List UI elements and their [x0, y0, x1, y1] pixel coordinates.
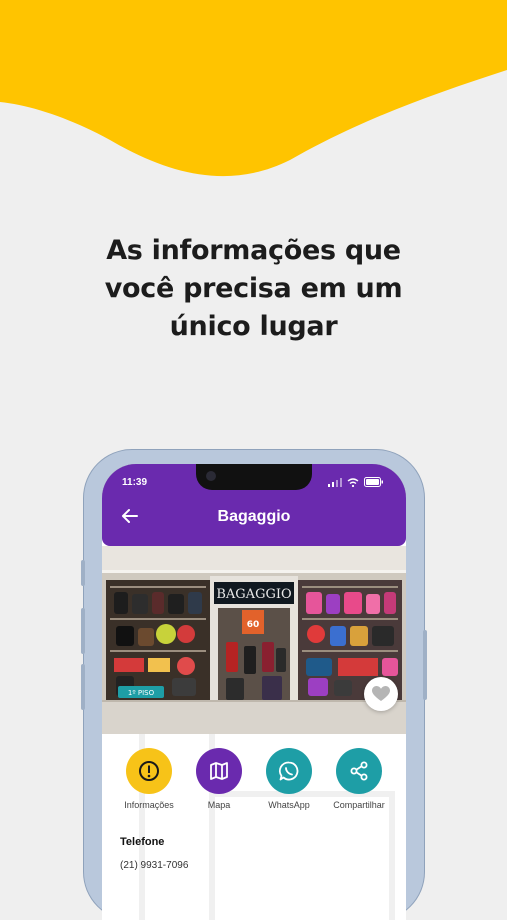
store-sign: BAGAGGIO — [216, 587, 291, 602]
phone-screen: 11:39 Bagaggio BAGAGGIO 60 1º PISO Infor… — [102, 464, 406, 920]
map-icon[interactable] — [196, 748, 242, 794]
signal-icon — [328, 477, 342, 487]
promo-tag-text: 60 — [247, 620, 260, 630]
action-bar: Informações Mapa WhatsApp Compartilhar — [102, 748, 406, 818]
phone-mockup: 11:39 Bagaggio BAGAGGIO 60 1º PISO Infor… — [81, 450, 427, 920]
phone-power-button — [423, 630, 427, 700]
top-wave-decoration — [0, 0, 507, 177]
action-mapa[interactable]: Mapa — [184, 748, 254, 810]
whatsapp-icon[interactable] — [266, 748, 312, 794]
action-label: Informações — [124, 800, 174, 810]
floor-badge-text: 1º PISO — [128, 689, 155, 697]
phone-mute-switch — [81, 560, 85, 586]
headline-line-3: único lugar — [169, 311, 338, 342]
action-label: WhatsApp — [268, 800, 310, 810]
phone-number-link[interactable]: (21) 9931-7096 — [120, 860, 188, 871]
app-header: 11:39 Bagaggio — [102, 464, 406, 546]
camera-icon — [206, 471, 216, 481]
page-title: Bagaggio — [217, 508, 291, 525]
phone-volume-up — [81, 608, 85, 654]
phone-label: Telefone — [120, 836, 165, 848]
headline: As informações que você precisa em um ún… — [0, 232, 507, 346]
favorite-button[interactable] — [364, 677, 398, 711]
action-compartilhar[interactable]: Compartilhar — [324, 748, 394, 810]
status-time: 11:39 — [122, 477, 148, 488]
app-screen: 11:39 Bagaggio BAGAGGIO 60 1º PISO Infor… — [102, 464, 406, 920]
wifi-icon — [347, 477, 359, 487]
action-informacoes[interactable]: Informações — [114, 748, 184, 810]
headline-line-2: você precisa em um — [104, 273, 403, 304]
heart-icon — [372, 686, 390, 701]
battery-icon — [364, 477, 383, 487]
action-label: Mapa — [207, 800, 231, 810]
share-icon[interactable] — [336, 748, 382, 794]
store-photo: BAGAGGIO 60 1º PISO — [102, 546, 406, 734]
info-icon[interactable] — [126, 748, 172, 794]
status-icons — [328, 477, 384, 487]
phone-volume-down — [81, 664, 85, 710]
headline-line-1: As informações que — [106, 235, 401, 266]
action-label: Compartilhar — [333, 800, 385, 810]
action-whatsapp[interactable]: WhatsApp — [254, 748, 324, 810]
